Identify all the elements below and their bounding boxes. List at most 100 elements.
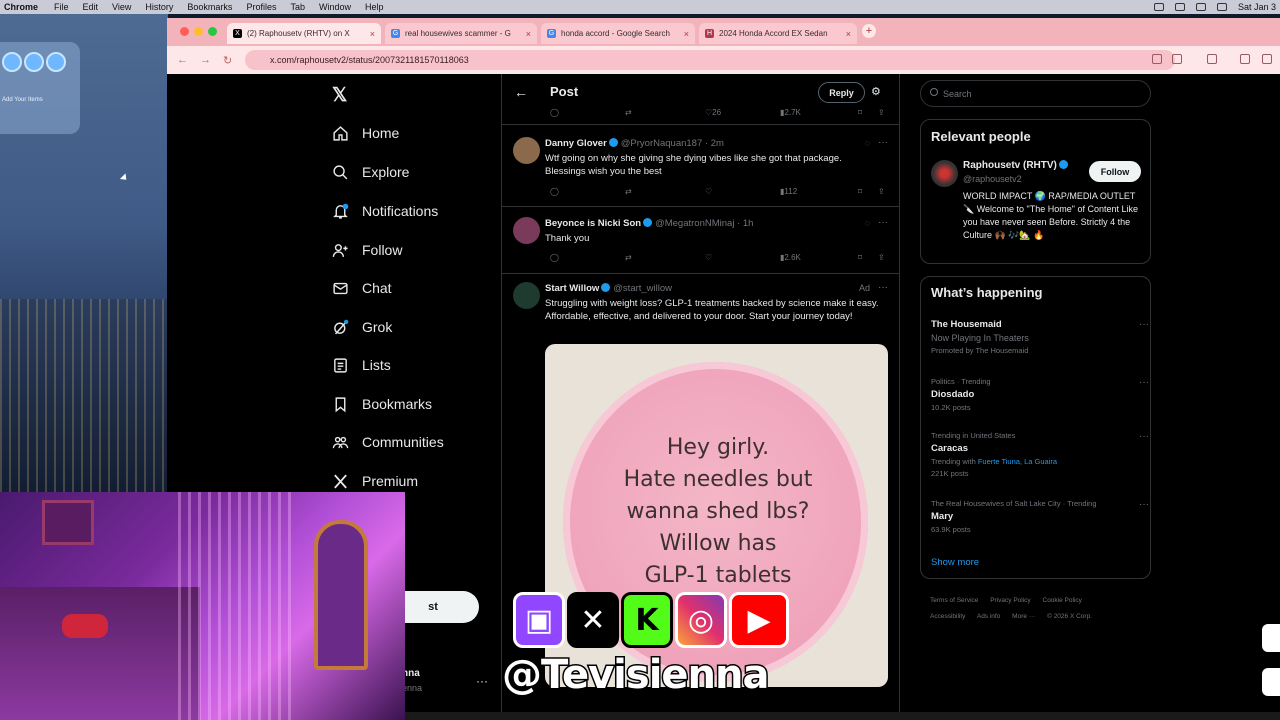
extensions-icon[interactable]: [1207, 54, 1217, 64]
reply-tweet[interactable]: Beyonce is Nicki Son @MegatronNMinaj · 1h…: [502, 207, 899, 274]
menu-app-chrome[interactable]: Chrome: [4, 2, 38, 12]
nav-notifications[interactable]: Notifications: [332, 196, 438, 226]
share-icon[interactable]: ⇪: [878, 187, 885, 196]
menu-help[interactable]: Help: [365, 2, 384, 12]
reply-icon[interactable]: ◯: [550, 187, 559, 196]
bookmark-star-icon[interactable]: [1172, 54, 1182, 64]
browser-tab[interactable]: G real housewives scammer - G ×: [385, 23, 537, 44]
tab-close-icon[interactable]: ×: [526, 29, 531, 39]
tweet-author[interactable]: Danny Glover @PryorNaquan187 · 2m: [545, 138, 724, 149]
share-icon[interactable]: ⇪: [878, 108, 885, 117]
window-zoom-button[interactable]: [208, 27, 217, 36]
repost-icon[interactable]: ⇄: [625, 108, 632, 117]
new-tab-button[interactable]: +: [862, 24, 876, 38]
footer-link[interactable]: Cookie Policy: [1043, 597, 1082, 604]
show-more-link[interactable]: Show more: [931, 557, 979, 568]
menu-window[interactable]: Window: [319, 2, 351, 12]
wifi-icon[interactable]: [1195, 3, 1206, 11]
side-panel-button[interactable]: [1262, 668, 1280, 696]
avatar[interactable]: [931, 160, 958, 187]
menu-history[interactable]: History: [145, 2, 173, 12]
views-icon[interactable]: ▮ 2.7K: [780, 108, 801, 117]
more-icon[interactable]: ···: [878, 137, 888, 148]
window-minimize-button[interactable]: [194, 27, 203, 36]
more-icon[interactable]: ···: [878, 282, 888, 293]
trend-item[interactable]: The Housemaid Now Playing In Theaters Pr…: [931, 319, 1149, 355]
reload-icon[interactable]: ↻: [223, 54, 232, 67]
more-icon[interactable]: ···: [1139, 377, 1149, 388]
more-icon[interactable]: ···: [1139, 431, 1149, 442]
tweet-author[interactable]: Start Willow @start_willow: [545, 283, 672, 294]
menu-bookmarks[interactable]: Bookmarks: [187, 2, 232, 12]
nav-home[interactable]: Home: [332, 118, 399, 148]
bookmark-icon[interactable]: ⌑: [858, 187, 862, 196]
display-icon[interactable]: [1153, 3, 1164, 11]
trend-item[interactable]: Trending in United States Caracas Trendi…: [931, 431, 1149, 478]
browser-tab[interactable]: G honda accord - Google Search ×: [541, 23, 695, 44]
follow-button[interactable]: Follow: [1089, 161, 1141, 182]
footer-link[interactable]: Ads info: [977, 613, 1001, 620]
trend-item[interactable]: Politics · Trending Diosdado 10.2K posts…: [931, 377, 1149, 412]
repost-icon[interactable]: ⇄: [625, 253, 632, 262]
tab-close-icon[interactable]: ×: [684, 29, 689, 39]
advertiser-avatar[interactable]: [513, 282, 540, 309]
footer-link[interactable]: Privacy Policy: [990, 597, 1030, 604]
avatar[interactable]: [513, 217, 540, 244]
repost-icon[interactable]: ⇄: [625, 187, 632, 196]
more-icon[interactable]: ···: [1139, 499, 1149, 510]
install-app-icon[interactable]: [1152, 54, 1162, 64]
browser-tab[interactable]: X (2) Raphousetv (RHTV) on X ×: [227, 23, 381, 44]
nav-bookmarks[interactable]: Bookmarks: [332, 389, 432, 419]
avatar[interactable]: [513, 137, 540, 164]
profile-name[interactable]: Raphousetv (RHTV): [963, 160, 1068, 171]
grok-icon[interactable]: ◌: [865, 138, 870, 148]
more-icon[interactable]: ···: [878, 217, 888, 228]
tab-close-icon[interactable]: ×: [846, 29, 851, 39]
trend-item[interactable]: The Real Housewives of Salt Lake City · …: [931, 499, 1149, 534]
x-logo-icon[interactable]: 𝕏: [332, 84, 347, 107]
reply-icon[interactable]: ◯: [550, 108, 559, 117]
forward-arrow-icon[interactable]: →: [200, 54, 211, 66]
footer-link[interactable]: Accessibility: [930, 613, 965, 620]
menu-edit[interactable]: Edit: [83, 2, 99, 12]
browser-tab[interactable]: H 2024 Honda Accord EX Sedan ×: [699, 23, 857, 44]
menu-profiles[interactable]: Profiles: [246, 2, 276, 12]
like-icon[interactable]: ♡ 26: [705, 108, 721, 117]
back-arrow-icon[interactable]: ←: [514, 84, 528, 100]
reply-tweet[interactable]: Danny Glover @PryorNaquan187 · 2m ◌ ··· W…: [502, 125, 899, 207]
menu-tab[interactable]: Tab: [290, 2, 305, 12]
views-icon[interactable]: ▮ 2.6K: [780, 253, 801, 262]
profile-icon[interactable]: [1262, 54, 1272, 64]
footer-link[interactable]: More ···: [1012, 613, 1035, 620]
window-close-button[interactable]: [180, 27, 189, 36]
side-panel-button[interactable]: [1262, 624, 1280, 652]
share-icon[interactable]: ⇪: [878, 253, 885, 262]
desktop-widget[interactable]: Add Your Items: [0, 42, 80, 134]
views-icon[interactable]: ▮ 112: [780, 187, 797, 196]
back-arrow-icon[interactable]: ←: [177, 54, 188, 66]
address-bar[interactable]: x.com/raphousetv2/status/200732118157011…: [245, 50, 1175, 70]
search-input[interactable]: Search: [920, 80, 1151, 107]
footer-link[interactable]: Terms of Service: [930, 597, 978, 604]
menu-file[interactable]: File: [54, 2, 69, 12]
more-icon[interactable]: ···: [1139, 319, 1149, 330]
tab-close-icon[interactable]: ×: [370, 29, 375, 39]
like-icon[interactable]: ♡: [705, 253, 712, 262]
sidebar-icon[interactable]: [1240, 54, 1250, 64]
nav-grok[interactable]: Grok: [332, 312, 392, 342]
bookmark-icon[interactable]: ⌑: [858, 108, 862, 117]
bookmark-icon[interactable]: ⌑: [858, 253, 862, 262]
nav-chat[interactable]: Chat: [332, 273, 392, 303]
control-center-icon[interactable]: [1216, 3, 1227, 11]
grok-icon[interactable]: ◌: [865, 218, 870, 228]
menu-clock[interactable]: Sat Jan 3: [1238, 2, 1276, 12]
reply-icon[interactable]: ◯: [550, 253, 559, 262]
nav-explore[interactable]: Explore: [332, 157, 409, 187]
nav-lists[interactable]: Lists: [332, 350, 391, 380]
tweet-author[interactable]: Beyonce is Nicki Son @MegatronNMinaj · 1h: [545, 218, 753, 229]
sliders-icon[interactable]: ⚙: [871, 85, 881, 98]
nav-follow[interactable]: Follow: [332, 235, 402, 265]
like-icon[interactable]: ♡: [705, 187, 712, 196]
trend-link[interactable]: Fuerte Tiuna, La Guaira: [978, 457, 1057, 466]
nav-communities[interactable]: Communities: [332, 427, 444, 457]
